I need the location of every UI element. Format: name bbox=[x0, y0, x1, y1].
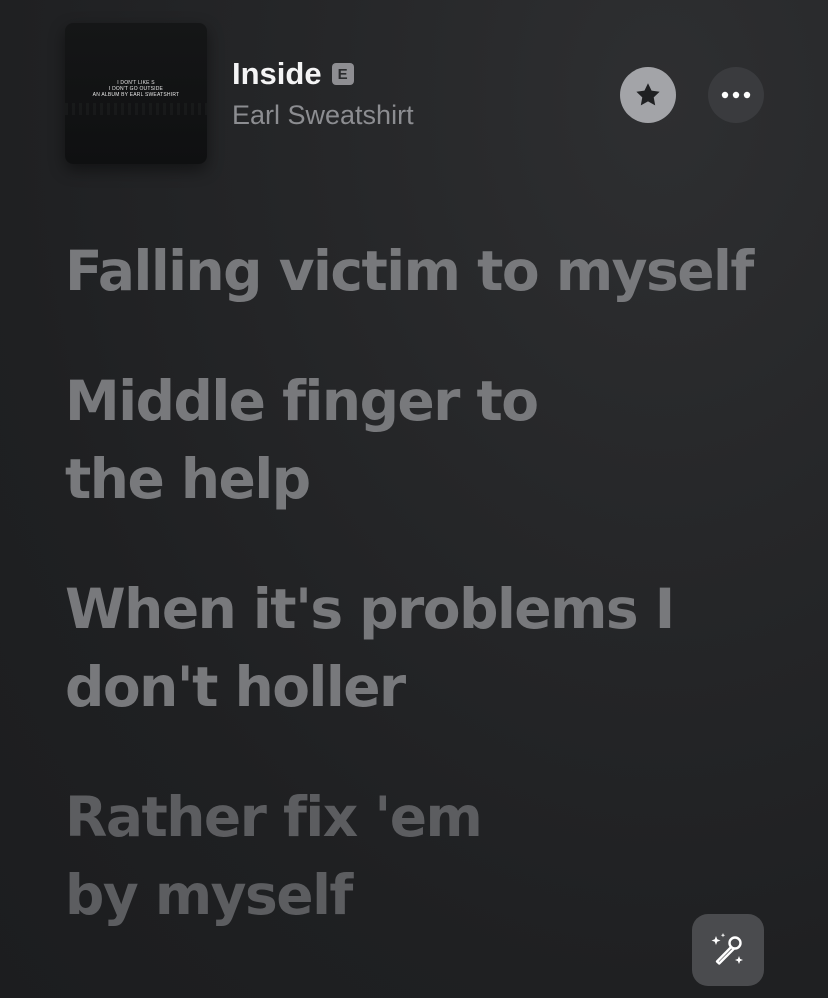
star-icon bbox=[636, 83, 660, 106]
lyric-text: the help bbox=[65, 447, 311, 511]
more-options-button[interactable] bbox=[708, 67, 764, 123]
lyric-line[interactable]: When it's problems I don't holler bbox=[65, 570, 785, 726]
album-artwork-text: I DON'T LIKE S I DON'T GO OUTSIDE AN ALB… bbox=[65, 80, 207, 98]
lyric-line[interactable]: Middle finger to the help bbox=[65, 362, 785, 518]
ellipsis-icon bbox=[721, 91, 751, 99]
lyric-line[interactable]: Falling victim to myself bbox=[65, 232, 785, 310]
favorite-button[interactable] bbox=[620, 67, 676, 123]
lyric-line[interactable]: Rather fix 'em by myself bbox=[65, 778, 785, 934]
lyric-text: When it's problems I bbox=[65, 577, 675, 641]
album-artwork[interactable]: I DON'T LIKE S I DON'T GO OUTSIDE AN ALB… bbox=[65, 23, 207, 164]
explicit-badge: E bbox=[331, 63, 354, 85]
album-art-texture bbox=[65, 103, 207, 115]
microphone-sparkle-icon bbox=[711, 933, 743, 965]
lyric-text: don't holler bbox=[65, 655, 406, 719]
album-art-line: AN ALBUM BY EARL SWEATSHIRT bbox=[92, 92, 180, 98]
lyric-text: Rather fix 'em bbox=[65, 785, 483, 849]
lyric-text: by myself bbox=[65, 863, 353, 927]
lyric-text: Middle finger to bbox=[65, 369, 539, 433]
artist-name[interactable]: Earl Sweatshirt bbox=[232, 98, 414, 132]
lyric-text: Falling victim to myself bbox=[65, 239, 754, 303]
lyrics-view[interactable]: Falling victim to myself Middle finger t… bbox=[65, 232, 785, 986]
sing-mode-button[interactable] bbox=[692, 914, 764, 986]
track-title[interactable]: Inside bbox=[232, 56, 322, 92]
track-title-row: Inside E bbox=[232, 56, 354, 92]
